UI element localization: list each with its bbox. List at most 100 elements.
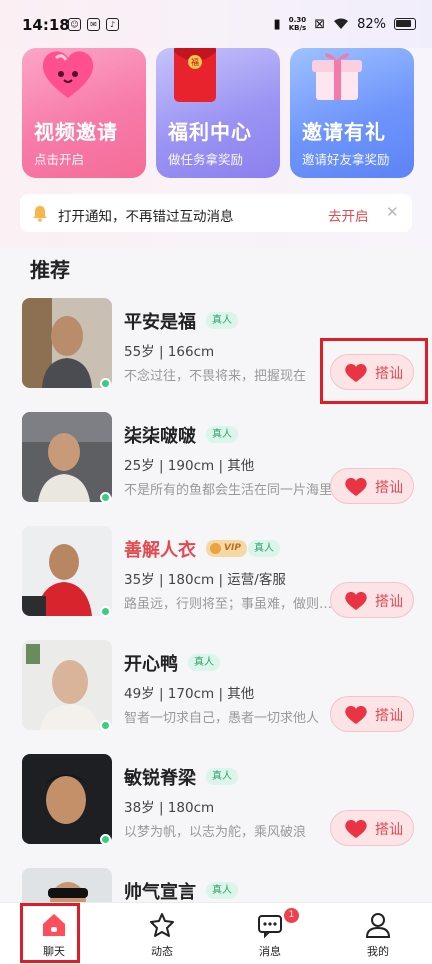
greet-button[interactable]: 搭讪 (330, 582, 414, 618)
unread-badge: 1 (284, 908, 299, 923)
user-info: 38岁 | 180cm (124, 800, 215, 816)
user-name: 平安是福 (124, 312, 196, 333)
status-notification-icons: ☺ ✉ ♪ (68, 18, 119, 31)
verified-badge: 真人 (188, 654, 220, 671)
network-speed-unit: KB/s (288, 24, 307, 32)
avatar[interactable] (22, 298, 112, 388)
user-name: 开心鸭 (124, 654, 178, 675)
heart-icon (345, 820, 367, 838)
network-speed: 0.30 KB/s (289, 16, 306, 32)
user-motto: 智者一切求自己，愚者一切求他人 (124, 711, 320, 726)
user-info: 55岁 | 166cm (124, 344, 215, 360)
video-invite-subtitle: 点击开启 (34, 152, 85, 167)
heart-icon (345, 364, 367, 382)
user-motto: 路虽远，行则将至；事虽难，做则必成 (124, 597, 334, 612)
status-time: 14:18 (22, 16, 70, 34)
user-name: 敏锐脊梁 (124, 768, 196, 789)
greet-button[interactable]: 搭讪 (330, 354, 414, 390)
avatar[interactable] (22, 412, 112, 502)
online-status-dot (100, 378, 111, 389)
heart-mascot-icon (42, 51, 94, 98)
vip-badge: VIP (206, 540, 247, 557)
tab-chat-label: 聊天 (43, 945, 65, 958)
recommend-list: 平安是福 真人 55岁 | 166cm 不念过往，不畏将来，把握现在 搭讪 柒柒… (0, 298, 432, 964)
message-icon (258, 915, 282, 939)
video-invite-title: 视频邀请 (34, 120, 118, 144)
tab-profile-label: 我的 (367, 945, 389, 958)
message-notification-icon: ☺ (68, 18, 81, 31)
welfare-center-subtitle: 做任务拿奖励 (168, 152, 244, 167)
verified-badge: 真人 (206, 426, 238, 443)
online-status-dot (100, 834, 111, 845)
user-icon (365, 913, 391, 938)
user-motto: 不是所有的鱼都会生活在同一片海里 (124, 483, 333, 498)
user-name: 帅气宣言 (124, 882, 196, 903)
video-invite-card[interactable]: 视频邀请 点击开启 (22, 48, 146, 178)
greet-button-label: 搭讪 (375, 594, 403, 610)
red-envelope-icon: 福 (174, 48, 216, 102)
status-right-icons: ▮ 0.30 KB/s ⊠ 82% (274, 16, 416, 32)
verified-badge: 真人 (206, 882, 238, 899)
tab-moments[interactable]: 动态 (108, 903, 216, 964)
verified-badge: 真人 (206, 312, 238, 329)
tab-messages-label: 消息 (259, 945, 281, 958)
greet-button-label: 搭讪 (375, 708, 403, 724)
list-item[interactable]: 敏锐脊梁 真人 38岁 | 180cm 以梦为帆，以志为舵，乘风破浪 搭讪 (0, 754, 432, 868)
invite-gift-title: 邀请有礼 (302, 120, 386, 144)
avatar[interactable] (22, 640, 112, 730)
tab-moments-label: 动态 (151, 945, 173, 958)
user-info: 25岁 | 190cm | 其他 (124, 458, 255, 474)
star-icon (150, 913, 174, 937)
close-icon[interactable]: ✕ (386, 203, 399, 221)
avatar[interactable] (22, 754, 112, 844)
tab-profile[interactable]: 我的 (324, 903, 432, 964)
network-speed-value: 0.30 (288, 16, 307, 24)
list-item[interactable]: 平安是福 真人 55岁 | 166cm 不念过往，不畏将来，把握现在 搭讪 (0, 298, 432, 412)
online-status-dot (100, 492, 111, 503)
invite-gift-card[interactable]: 邀请有礼 邀请好友拿奖励 (290, 48, 414, 178)
user-info: 35岁 | 180cm | 运营/客服 (124, 572, 286, 588)
user-name: 柒柒啵啵 (124, 426, 196, 447)
heart-icon (345, 592, 367, 610)
status-bar: 14:18 ☺ ✉ ♪ ▮ 0.30 KB/s ⊠ 82% (0, 0, 432, 48)
list-item[interactable]: 善解人衣 VIP 真人 35岁 | 180cm | 运营/客服 路虽远，行则将至… (0, 526, 432, 640)
greet-button-label: 搭讪 (375, 366, 403, 382)
user-motto: 以梦为帆，以志为舵，乘风破浪 (124, 825, 307, 840)
mail-notification-icon: ✉ (87, 18, 100, 31)
list-item[interactable]: 柒柒啵啵 真人 25岁 | 190cm | 其他 不是所有的鱼都会生活在同一片海… (0, 412, 432, 526)
user-motto: 不念过往，不畏将来，把握现在 (124, 369, 307, 384)
welfare-center-card[interactable]: 福 福利中心 做任务拿奖励 (156, 48, 280, 178)
list-item[interactable]: 开心鸭 真人 49岁 | 170cm | 其他 智者一切求自己，愚者一切求他人 … (0, 640, 432, 754)
tab-messages[interactable]: 1 消息 (216, 903, 324, 964)
battery-percent: 82% (357, 16, 386, 32)
online-status-dot (100, 606, 111, 617)
greet-button[interactable]: 搭讪 (330, 696, 414, 732)
battery-icon (394, 18, 416, 30)
no-sim-icon: ⊠ (314, 16, 326, 32)
greet-button-label: 搭讪 (375, 822, 403, 838)
welfare-center-title: 福利中心 (168, 120, 252, 144)
user-info: 49岁 | 170cm | 其他 (124, 686, 255, 702)
notification-banner: 打开通知，不再错过互动消息 去开启 ✕ (20, 194, 412, 232)
heart-icon (345, 706, 367, 724)
verified-badge: 真人 (206, 768, 238, 785)
greet-button[interactable]: 搭讪 (330, 468, 414, 504)
verified-badge: 真人 (248, 540, 280, 557)
vibrate-icon: ▮ (273, 16, 281, 32)
greet-button[interactable]: 搭讪 (330, 810, 414, 846)
gift-box-icon (312, 53, 362, 100)
enable-notification-link[interactable]: 去开启 (328, 205, 369, 225)
notification-text: 打开通知，不再错过互动消息 (58, 209, 234, 225)
svg-text:福: 福 (191, 58, 199, 67)
user-name: 善解人衣 (124, 540, 196, 561)
tiktok-notification-icon: ♪ (106, 18, 119, 31)
wifi-icon (334, 18, 349, 29)
tab-chat[interactable]: 聊天 (0, 903, 108, 964)
avatar[interactable] (22, 526, 112, 616)
section-title: 推荐 (30, 258, 70, 282)
bell-icon (33, 206, 47, 222)
greet-button-label: 搭讪 (375, 480, 403, 496)
online-status-dot (100, 720, 111, 731)
bottom-tab-bar: 聊天 动态 1 消息 我的 (0, 902, 432, 964)
invite-gift-subtitle: 邀请好友拿奖励 (302, 152, 390, 167)
